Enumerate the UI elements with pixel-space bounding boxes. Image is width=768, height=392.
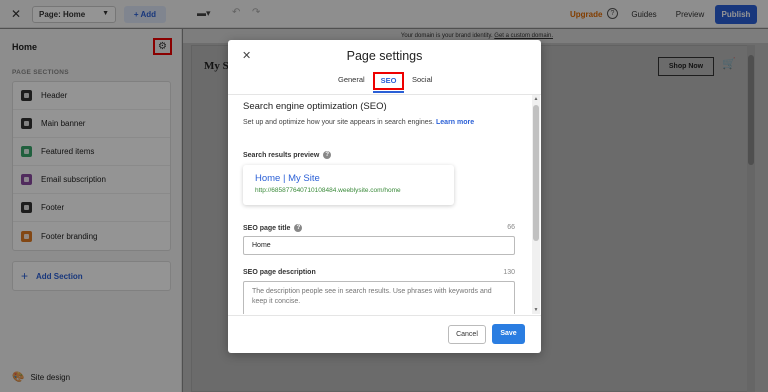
save-button[interactable]: Save [492, 324, 525, 344]
preview-label-text: Search results preview [243, 151, 320, 159]
seo-description-count: 130 [503, 269, 515, 276]
scroll-down-icon[interactable]: ▼ [532, 306, 540, 314]
seo-description-text: Set up and optimize how your site appear… [243, 119, 435, 126]
tab-general[interactable]: General [338, 75, 365, 84]
active-tab-indicator [373, 91, 404, 93]
preview-label: Search results preview ? [243, 151, 332, 159]
seo-title-label: SEO page title ? [243, 224, 303, 232]
preview-url: http://685877640710108484.weeblysite.com… [255, 187, 401, 194]
seo-title-label-text: SEO page title [243, 224, 291, 232]
preview-title: Home | My Site [255, 173, 320, 184]
tab-bar: General SEO Social [228, 72, 541, 93]
seo-description-label: SEO page description [243, 269, 316, 276]
tab-seo[interactable]: SEO [373, 72, 404, 90]
page-settings-dialog: ✕ Page settings General SEO Social Searc… [228, 40, 541, 353]
search-preview-card: Home | My Site http://685877640710108484… [243, 165, 454, 205]
seo-description: Set up and optimize how your site appear… [243, 119, 474, 126]
learn-more-link[interactable]: Learn more [436, 119, 474, 126]
seo-heading: Search engine optimization (SEO) [243, 101, 387, 112]
scrollbar-thumb[interactable] [533, 105, 539, 241]
scroll-up-icon[interactable]: ▲ [532, 95, 540, 103]
help-icon[interactable]: ? [323, 151, 332, 159]
seo-title-count: 66 [507, 224, 515, 231]
help-icon[interactable]: ? [294, 224, 303, 232]
dialog-title: Page settings [346, 49, 423, 63]
seo-description-input[interactable] [243, 281, 515, 314]
dialog-scrollbar[interactable]: ▲ ▼ [532, 95, 540, 314]
seo-title-input[interactable] [243, 236, 515, 255]
dialog-body: Search engine optimization (SEO) Set up … [228, 95, 533, 314]
tab-social[interactable]: Social [412, 75, 432, 84]
dialog-footer: Cancel Save [228, 315, 541, 353]
cancel-button[interactable]: Cancel [448, 325, 486, 344]
